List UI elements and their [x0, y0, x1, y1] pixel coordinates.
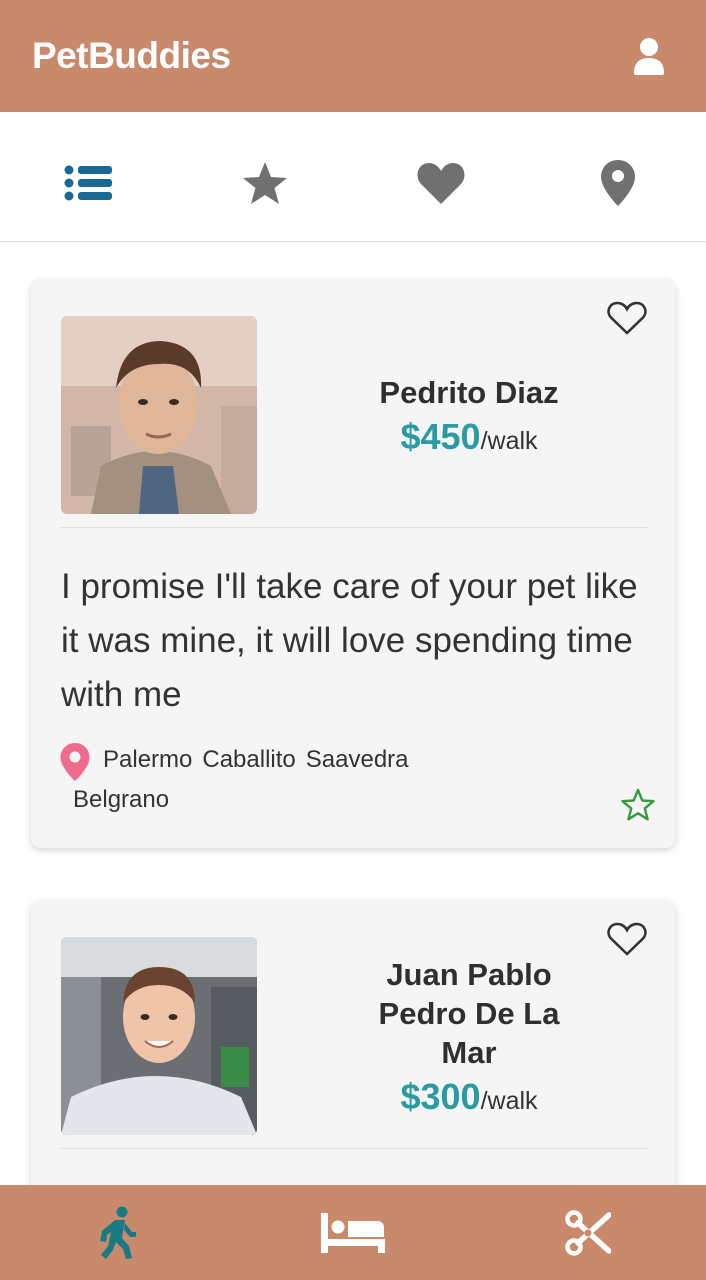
walker-photo [61, 937, 257, 1135]
filter-list-button[interactable] [43, 148, 133, 218]
locations-row: Belgrano [73, 786, 179, 814]
walker-description: I promise I'll take care of your pet lik… [61, 567, 638, 714]
walker-card[interactable]: Juan Pablo Pedro De La Mar $300/walk [31, 901, 675, 1185]
locations-row: Palermo Caballito Saavedra [103, 746, 419, 774]
price-unit: /walk [480, 426, 538, 455]
walker-price: $450 [400, 415, 481, 457]
filter-location-button[interactable] [573, 148, 663, 218]
location-tag: Belgrano [73, 786, 170, 813]
walker-info: Juan Pablo Pedro De La Mar $300/walk [291, 937, 647, 1135]
app-title: PetBuddies [32, 35, 231, 76]
walker-card[interactable]: Pedrito Diaz $450/walk I promise I'll ta… [31, 280, 675, 848]
nav-boarding-tab[interactable] [303, 1193, 403, 1273]
nav-walks-tab[interactable] [68, 1193, 168, 1273]
walking-icon [99, 1206, 136, 1259]
walker-card-header: Juan Pablo Pedro De La Mar $300/walk [61, 937, 647, 1149]
location-tag: Palermo [103, 746, 193, 773]
user-icon[interactable] [632, 37, 666, 75]
price-unit: /walk [480, 1086, 538, 1115]
bottom-nav [0, 1185, 706, 1280]
app-header: PetBuddies [0, 0, 706, 112]
star-icon [242, 161, 287, 204]
walker-info: Pedrito Diaz $450/walk [291, 316, 647, 514]
location-tag: Caballito [202, 746, 296, 773]
walker-name: Pedrito Diaz [379, 374, 559, 410]
price-line: $300/walk [400, 1076, 537, 1118]
price-line: $450/walk [400, 416, 537, 458]
nav-grooming-tab[interactable] [538, 1193, 638, 1273]
filter-liked-button[interactable] [396, 148, 486, 218]
location-pin-icon [60, 743, 90, 781]
scissors-icon [565, 1209, 612, 1256]
walker-card-header: Pedrito Diaz $450/walk [61, 316, 647, 528]
filter-bar [0, 112, 706, 242]
location-tag: Saavedra [305, 746, 409, 773]
list-icon [64, 165, 113, 200]
heart-icon [417, 162, 465, 204]
walker-photo [61, 316, 257, 514]
map-pin-icon [600, 159, 635, 206]
walker-price: $300 [400, 1075, 481, 1117]
walker-feed: Pedrito Diaz $450/walk I promise I'll ta… [0, 243, 706, 1185]
walker-name: Juan Pablo Pedro De La Mar [378, 956, 560, 1070]
bed-icon [320, 1212, 385, 1253]
rating-star-icon[interactable] [621, 788, 655, 822]
filter-favorites-star-button[interactable] [220, 148, 310, 218]
